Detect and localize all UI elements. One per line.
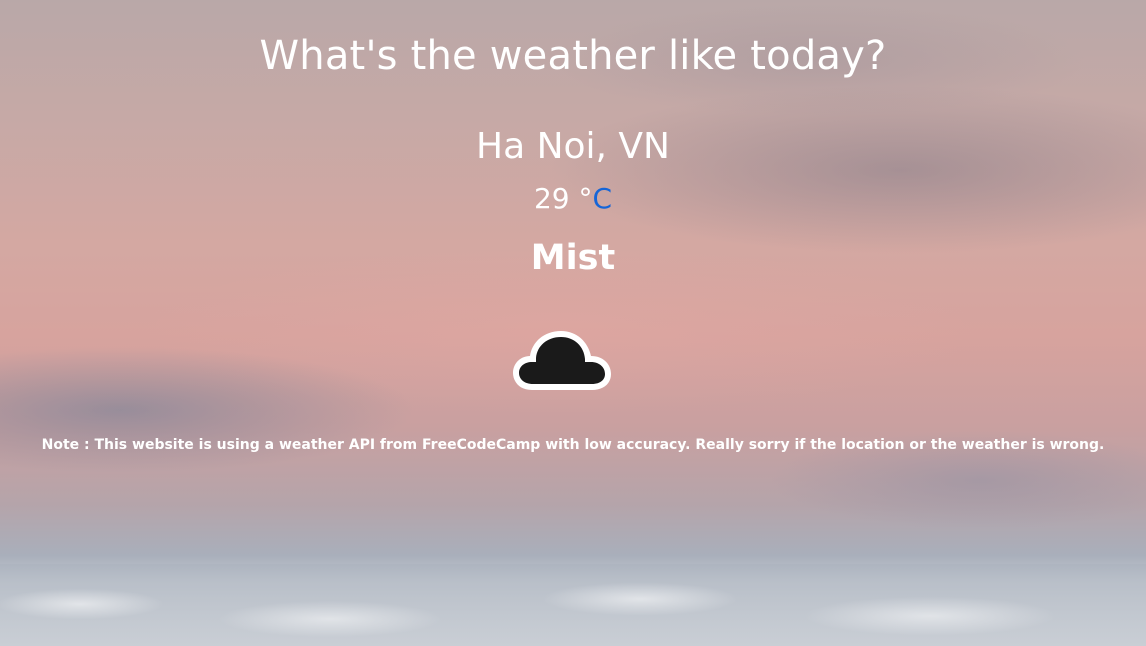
location-label: Ha Noi, VN bbox=[476, 126, 670, 167]
temperature-value: 29 bbox=[533, 182, 570, 215]
temperature-display: 29 °C bbox=[0, 182, 1146, 215]
temperature-unit-toggle[interactable]: C bbox=[592, 182, 612, 215]
weather-condition: Mist bbox=[530, 238, 616, 278]
cloud-icon bbox=[513, 331, 611, 390]
disclaimer-note: Note : This website is using a weather A… bbox=[41, 437, 1105, 453]
page-title: What's the weather like today? bbox=[259, 33, 887, 79]
weather-panel: What's the weather like today? Ha Noi, V… bbox=[0, 0, 1146, 646]
degree-symbol: ° bbox=[578, 182, 593, 215]
